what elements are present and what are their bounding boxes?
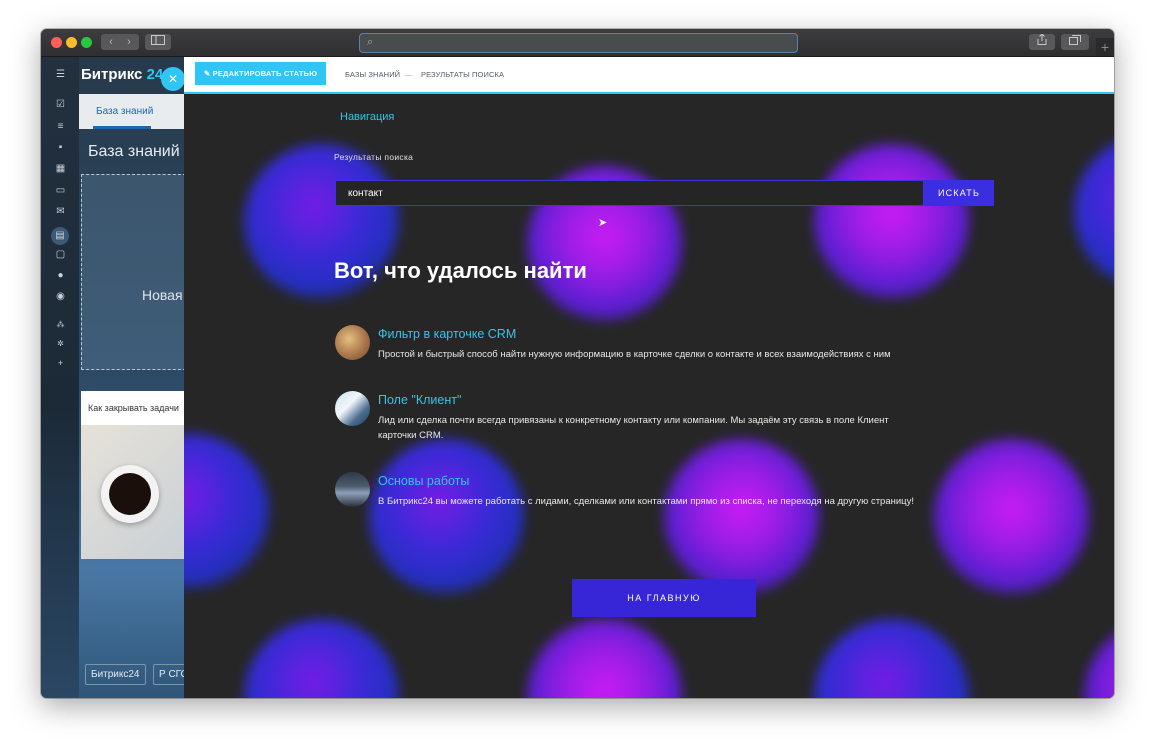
page-content: Навигация Результаты поиска контакт ИСКА… [184, 94, 1114, 698]
home-button[interactable]: НА ГЛАВНУЮ [572, 579, 756, 617]
article-slider: ✎ РЕДАКТИРОВАТЬ СТАТЬЮ БАЗЫ ЗНАНИЙ — РЕЗ… [184, 57, 1114, 698]
results-heading: Вот, что удалось найти [334, 258, 587, 283]
breadcrumb-search-results[interactable]: РЕЗУЛЬТАТЫ ПОИСКА [421, 70, 504, 79]
feed-icon[interactable]: ≡ [54, 121, 67, 133]
nav-buttons: ‹ › [101, 34, 139, 50]
tasks-icon[interactable]: ☑ [54, 99, 67, 111]
new-base-label: Новая [142, 287, 183, 303]
more-icon[interactable]: ◉ [54, 291, 67, 303]
article-card[interactable]: Как закрывать задачи [81, 391, 184, 559]
back-icon[interactable]: ‹ [102, 34, 120, 50]
new-tab-button[interactable]: + [1096, 38, 1114, 56]
slider-toolbar: ✎ РЕДАКТИРОВАТЬ СТАТЬЮ БАЗЫ ЗНАНИЙ — РЕЗ… [184, 57, 1114, 94]
decor-blob [934, 439, 1089, 594]
drive-icon[interactable]: ▭ [54, 185, 67, 197]
left-icon-rail: ☰ ☑ ≡ ▪ ▦ ▭ ✉ ▤ ▢ ● ◉ ⁂ ✲ + [41, 57, 79, 698]
sidebar-toggle-button[interactable] [145, 34, 171, 50]
share-icon [1037, 33, 1047, 45]
result-description: В Битрикс24 вы можете работать с лидами,… [378, 496, 914, 507]
sidebar-icon [151, 35, 165, 45]
result-description: Лид или сделка почти всегда привязаны к … [378, 415, 889, 441]
contacts-icon[interactable]: ● [54, 270, 67, 282]
result-title-link[interactable]: Основы работы [378, 474, 469, 488]
decor-blob [1084, 619, 1114, 698]
address-bar[interactable]: ⌕ [359, 33, 798, 53]
search-icon: ⌕ [367, 36, 374, 48]
portal-logo[interactable]: Битрикс 24 [81, 66, 163, 83]
minimize-window-button[interactable] [66, 37, 77, 48]
search-value: контакт [348, 188, 383, 199]
new-base-card[interactable]: Новая [81, 174, 186, 370]
portal-background: Битрикс 24 База знаний База знаний Новая… [79, 57, 191, 698]
result-thumbnail [335, 325, 370, 360]
tab-knowledge-base[interactable]: База знаний [96, 106, 153, 117]
tab-active-indicator [93, 126, 151, 129]
tabs-icon [1069, 35, 1081, 45]
settings-icon[interactable]: ✲ [54, 338, 67, 350]
result-thumbnail [335, 472, 370, 507]
article-caption: Как закрывать задачи [88, 403, 179, 413]
chat-icon[interactable]: ▪ [54, 142, 67, 154]
result-description: Простой и быстрый способ найти нужную ин… [378, 349, 891, 360]
result-thumbnail [335, 391, 370, 426]
decor-blob [664, 439, 819, 594]
portal-heading: База знаний [88, 143, 180, 160]
edit-article-button[interactable]: ✎ РЕДАКТИРОВАТЬ СТАТЬЮ [195, 62, 326, 85]
coffee-cup-icon [101, 465, 159, 523]
breadcrumb-separator: — [405, 70, 413, 79]
navigation-link[interactable]: Навигация [340, 111, 394, 123]
mouse-cursor-icon: ➤ [598, 217, 608, 229]
mail-icon[interactable]: ✉ [54, 206, 67, 218]
decor-blob [814, 144, 969, 299]
close-slider-button[interactable]: ✕ [161, 67, 185, 91]
knowledge-base-icon[interactable]: ▤ [51, 227, 69, 245]
decor-blob [527, 619, 682, 698]
results-label: Результаты поиска [334, 152, 414, 162]
pencil-icon: ✎ [203, 69, 213, 78]
decor-blob [1074, 134, 1114, 289]
footer-logo[interactable]: Битрикс24 [85, 664, 146, 685]
decor-blob [814, 619, 969, 698]
browser-titlebar: ‹ › ⌕ + [41, 29, 1114, 57]
search-input[interactable]: контакт [335, 180, 924, 206]
decor-blob [244, 619, 399, 698]
edit-article-label: РЕДАКТИРОВАТЬ СТАТЬЮ [212, 69, 318, 78]
forward-icon[interactable]: › [120, 34, 138, 50]
sites-icon[interactable]: ▢ [54, 249, 67, 261]
coffee-image [81, 425, 184, 559]
decor-blob [369, 439, 524, 594]
decor-blob [184, 434, 269, 589]
search-button[interactable]: ИСКАТЬ [924, 180, 994, 206]
result-title-link[interactable]: Поле "Клиент" [378, 393, 461, 407]
menu-icon[interactable]: ☰ [54, 69, 67, 81]
structure-icon[interactable]: ⁂ [54, 319, 67, 331]
breadcrumb-knowledge-bases[interactable]: БАЗЫ ЗНАНИЙ [345, 70, 400, 79]
tabs-overview-button[interactable] [1061, 34, 1089, 50]
portal-tabs: База знаний [79, 94, 184, 129]
close-window-button[interactable] [51, 37, 62, 48]
zoom-window-button[interactable] [81, 37, 92, 48]
calendar-icon[interactable]: ▦ [54, 163, 67, 175]
result-title-link[interactable]: Фильтр в карточке CRM [378, 327, 516, 341]
share-button[interactable] [1029, 33, 1055, 50]
browser-window: ‹ › ⌕ + ☰ ☑ ≡ ▪ ▦ ▭ ✉ ▤ ▢ ● ◉ ⁂ ✲ + Битр… [41, 29, 1114, 698]
add-icon[interactable]: + [54, 357, 67, 369]
